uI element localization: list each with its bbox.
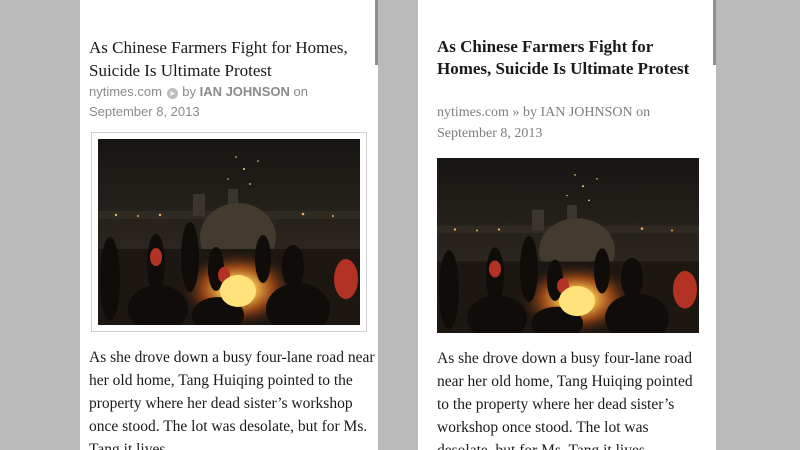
by-label: by <box>182 84 196 99</box>
source-link[interactable]: nytimes.com <box>89 84 162 99</box>
photo-frame <box>91 132 367 332</box>
source-link[interactable]: nytimes.com <box>437 105 509 120</box>
article-photo[interactable] <box>437 158 699 333</box>
article-byline: nytimes.com » by IAN JOHNSON on Septembe… <box>437 102 699 144</box>
author-name: IAN JOHNSON <box>540 105 633 120</box>
by-label: by <box>522 105 537 120</box>
right-reader-view: As Chinese Farmers Fight for Homes, Suic… <box>418 0 716 450</box>
article-photo[interactable] <box>98 139 360 325</box>
article-body: As she drove down a busy four-lane road … <box>89 349 375 450</box>
article-title: As Chinese Farmers Fight for Homes, Suic… <box>89 38 348 80</box>
article-title: As Chinese Farmers Fight for Homes, Suic… <box>437 37 690 78</box>
scrollbar[interactable] <box>375 0 378 65</box>
scrollbar[interactable] <box>713 0 716 65</box>
separator: » <box>512 105 520 120</box>
article-byline: nytimes.com ➤ by IAN JOHNSON on Septembe… <box>89 82 371 122</box>
publish-date: September 8, 2013 <box>89 104 200 119</box>
left-reader-view: As Chinese Farmers Fight for Homes, Suic… <box>80 0 378 450</box>
on-label: on <box>636 105 651 120</box>
arrow-right-icon: ➤ <box>166 88 178 99</box>
on-label: on <box>293 84 308 99</box>
article-body: As she drove down a busy four-lane road … <box>437 350 693 450</box>
publish-date: September 8, 2013 <box>437 126 543 141</box>
author-name: IAN JOHNSON <box>199 84 290 99</box>
